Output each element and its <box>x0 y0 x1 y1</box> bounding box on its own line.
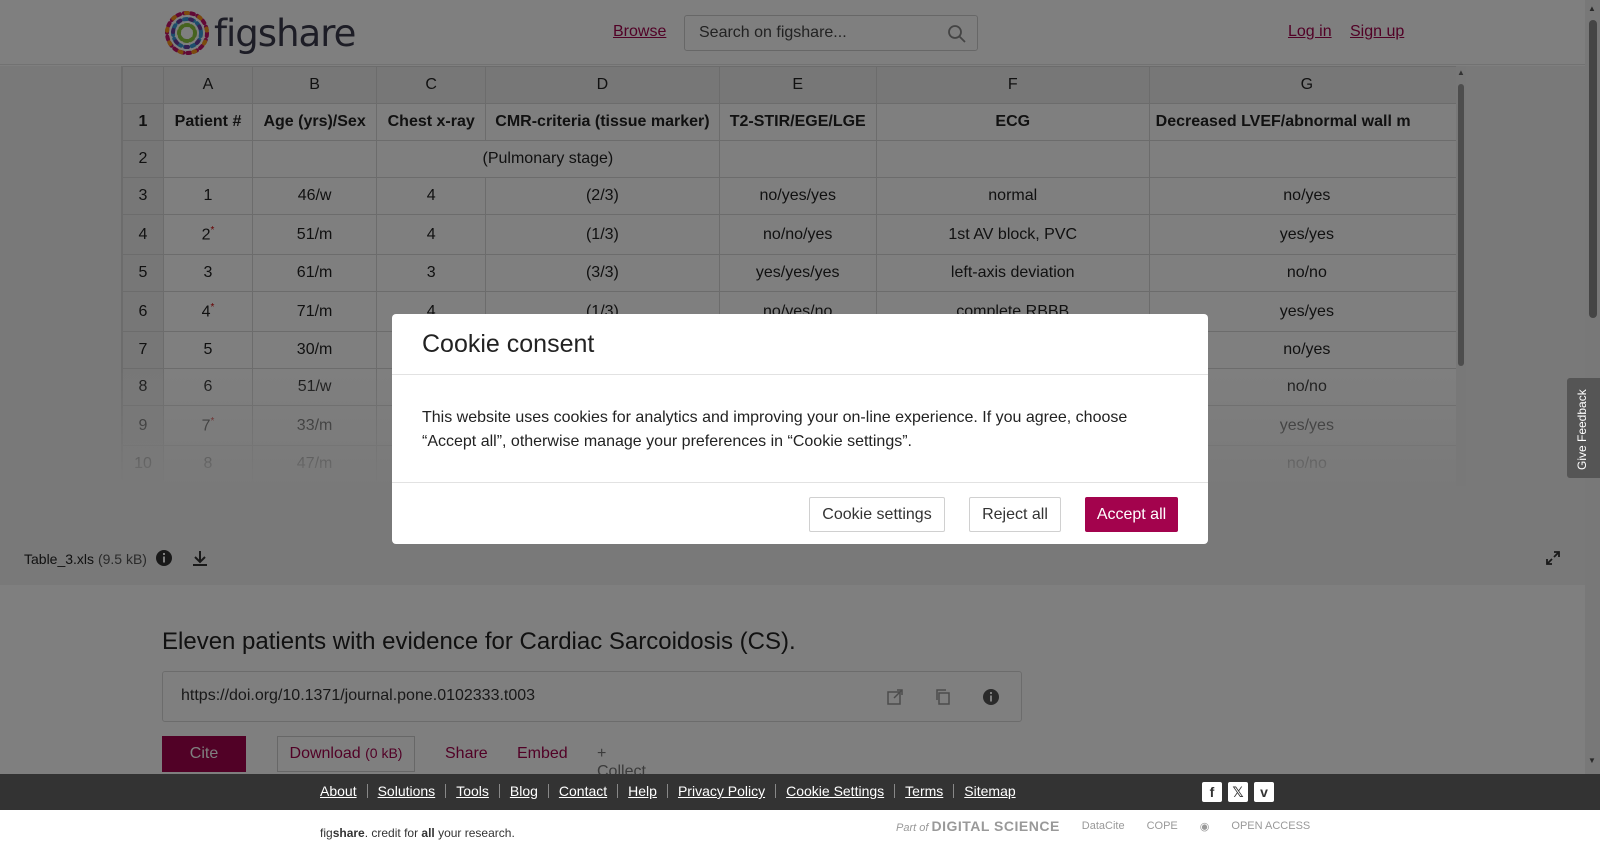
digital-science-logo[interactable]: Part of DIGITAL SCIENCE <box>896 818 1060 834</box>
tagline-mid: . credit for <box>364 826 422 840</box>
partner-part-of: Part of <box>896 822 929 834</box>
footer-link-contact[interactable]: Contact <box>549 784 619 798</box>
facebook-icon[interactable]: f <box>1202 782 1222 802</box>
divider <box>392 374 1208 375</box>
footer-nav: About Solutions Tools Blog Contact Help Privac… <box>0 774 1600 810</box>
dialog-body: This website uses cookies for analytics … <box>422 409 1128 450</box>
footer-link-privacy-policy[interactable]: Privacy Policy <box>668 784 777 798</box>
tagline-fig: fig <box>320 826 333 840</box>
globe-icon[interactable]: ◉ <box>1200 820 1210 833</box>
footer-link-tools[interactable]: Tools <box>446 784 500 798</box>
reject-all-button[interactable]: Reject all <box>969 497 1061 532</box>
open-access-logo[interactable]: OPEN ACCESS <box>1231 820 1310 832</box>
site-footer: About Solutions Tools Blog Contact Help Privac… <box>0 774 1600 857</box>
cope-logo[interactable]: COPE <box>1147 820 1178 832</box>
footer-link-about[interactable]: About <box>320 784 368 798</box>
cookie-consent-dialog: Cookie consent This website uses cookies… <box>392 314 1208 544</box>
cookie-settings-button[interactable]: Cookie settings <box>809 497 945 532</box>
footer-link-terms[interactable]: Terms <box>895 784 955 798</box>
x-icon[interactable]: 𝕏 <box>1228 782 1248 802</box>
feedback-label: Give Feedback <box>1575 389 1589 470</box>
tagline-all: all <box>421 826 435 840</box>
divider <box>392 482 1208 483</box>
footer-link-blog[interactable]: Blog <box>500 784 549 798</box>
footer-tagline: figshare. credit for all your research. <box>320 826 515 840</box>
tagline-end: your research. <box>434 826 515 840</box>
partner-digital-science: DIGITAL SCIENCE <box>931 818 1060 834</box>
footer-link-sitemap[interactable]: Sitemap <box>954 784 1025 798</box>
social-links: f 𝕏 v <box>1202 782 1274 802</box>
accept-all-button[interactable]: Accept all <box>1085 497 1178 532</box>
footer-link-solutions[interactable]: Solutions <box>368 784 447 798</box>
feedback-tab[interactable]: Give Feedback <box>1567 378 1600 478</box>
dialog-title: Cookie consent <box>422 330 595 358</box>
vimeo-icon[interactable]: v <box>1254 782 1274 802</box>
footer-link-cookie-settings[interactable]: Cookie Settings <box>776 784 896 798</box>
datacite-logo[interactable]: DataCite <box>1082 820 1125 832</box>
tagline-share: share <box>332 826 365 840</box>
footer-links: About Solutions Tools Blog Contact Help Privac… <box>320 784 1026 798</box>
footer-link-help[interactable]: Help <box>618 784 668 798</box>
partner-logos: Part of DIGITAL SCIENCE DataCite COPE ◉ … <box>896 818 1310 834</box>
